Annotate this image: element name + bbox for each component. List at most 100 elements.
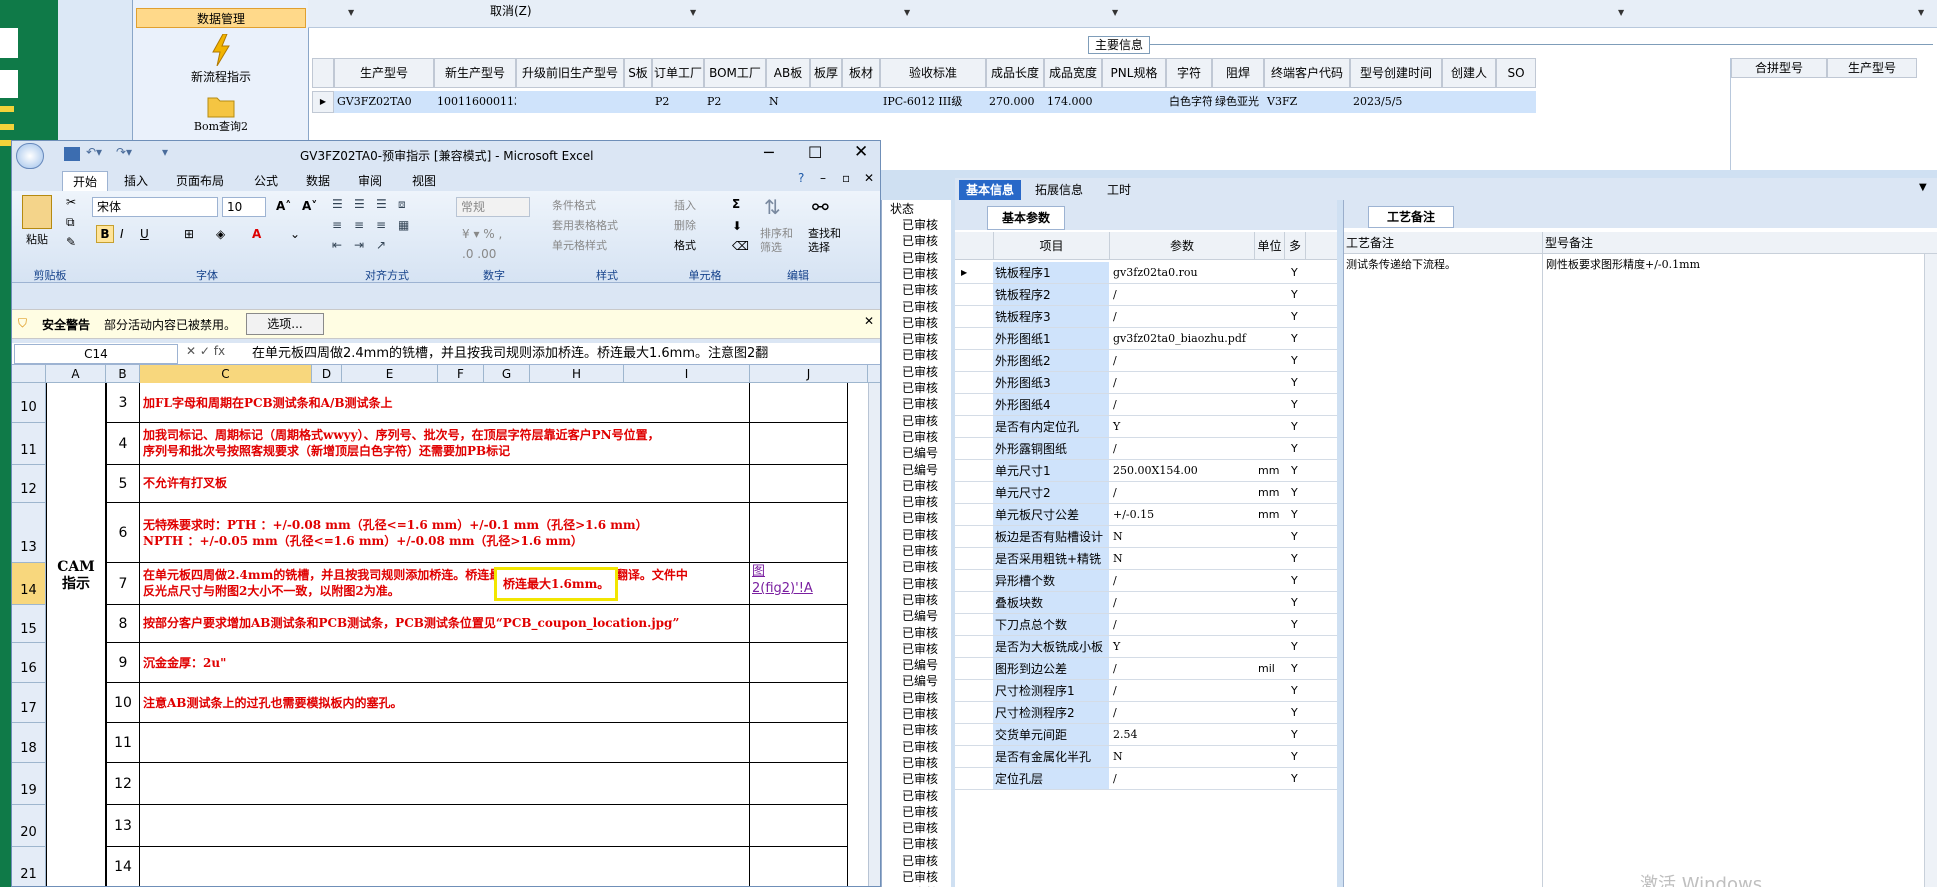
param-value[interactable]: / [1109,394,1254,416]
status-item[interactable]: 已审核 [902,249,938,266]
basic-param-row[interactable]: 是否为大板铣成小板 Y Y [955,636,1337,658]
status-item[interactable]: 已审核 [902,624,938,641]
shrink-font-icon[interactable]: A˅ [302,199,317,213]
grid-cell[interactable]: 2023/5/5 [1350,91,1442,113]
basic-param-row[interactable]: 外形图纸1 gv3fz02ta0_biaozhu.pdf Y [955,328,1337,350]
col-header[interactable]: 新生产型号 [434,58,516,88]
indent-increase-icon[interactable]: ⇥ [354,238,374,252]
col-header[interactable]: 验收标准 [880,58,986,88]
tab-view[interactable]: 视图 [412,171,436,191]
row-header[interactable]: 11 [12,423,46,465]
param-flag[interactable]: Y [1291,460,1298,482]
param-value[interactable]: Y [1109,416,1254,438]
col-header[interactable]: S板 [624,58,652,88]
col-header[interactable]: 板厚 [810,58,842,88]
status-item[interactable]: 已审核 [902,852,938,869]
grid-cell[interactable] [842,91,880,113]
param-value[interactable]: gv3fz02ta0_biaozhu.pdf [1109,328,1254,350]
format-painter-icon[interactable]: ✎ [66,235,76,249]
alignment-controls[interactable]: ☰ ☰ ☰ ⧈ ≡ ≡ ≡ ▦ ⇤ ⇥ ↗ [332,197,416,257]
col-header[interactable]: SO [1496,58,1536,88]
vertical-scrollbar[interactable] [1924,254,1937,887]
col-header-b[interactable]: B [106,365,140,383]
chevron-down-icon[interactable]: ▼ [1618,8,1624,17]
col-header[interactable]: 创建人 [1442,58,1496,88]
col-header-j[interactable]: J [750,365,868,383]
status-item[interactable]: 已审核 [902,265,938,282]
cell-j[interactable] [750,847,848,886]
grid-cell[interactable]: N [766,91,810,113]
param-flag[interactable]: Y [1291,416,1298,438]
instruction-cell[interactable] [140,847,750,886]
tab-page-layout[interactable]: 页面布局 [176,171,224,191]
options-button[interactable]: 选项... [246,313,324,335]
param-flag[interactable]: Y [1291,350,1298,372]
binoculars-icon[interactable]: ⚯ [812,195,844,223]
basic-param-row[interactable]: 单元尺寸2/ mm Y [955,482,1337,504]
status-item[interactable]: 已审核 [902,346,938,363]
row-header[interactable]: 12 [12,465,46,503]
status-item[interactable]: 已编号 [902,672,938,689]
nav-item-data-manage[interactable]: 数据管理 [133,8,309,28]
instruction-cell[interactable]: 无特殊要求时：PTH ：+/-0.08 mm（孔径<=1.6 mm）+/-0.1… [140,503,750,563]
autosum-icon[interactable]: Σ [732,197,740,211]
param-value[interactable]: / [1109,284,1254,306]
close-button[interactable]: ✕ [854,142,868,162]
col-header[interactable]: 终端客户代码 [1264,58,1350,88]
font-color-icon[interactable]: A [252,227,261,241]
tab-process-notes[interactable]: 工艺备注 [1368,206,1454,228]
param-value[interactable]: / [1109,438,1254,460]
status-item[interactable]: 已审核 [902,314,938,331]
status-item[interactable]: 已审核 [902,428,938,445]
status-item[interactable]: 已审核 [902,738,938,755]
col-header[interactable]: 字符 [1166,58,1212,88]
paste-button[interactable]: 粘贴 [26,231,48,247]
col-header-model-note[interactable]: 型号备注 [1542,232,1732,254]
grid-cell[interactable] [1442,91,1496,113]
param-value[interactable]: / [1109,482,1254,504]
tab-insert[interactable]: 插入 [124,171,148,191]
param-flag[interactable]: Y [1291,394,1298,416]
cut-icon[interactable]: ✂ [66,195,76,209]
param-flag[interactable]: Y [1291,746,1298,768]
status-item[interactable]: 已编号 [902,656,938,673]
cell-style-button[interactable]: 单元格样式 [552,237,607,253]
basic-param-row[interactable]: 铣板程序2/ Y [955,284,1337,306]
row-header[interactable]: 10 [12,383,46,423]
basic-param-row[interactable]: 下刀点总个数 / Y [955,614,1337,636]
grid-cell[interactable]: 270.000 [986,91,1044,113]
chevron-down-icon[interactable]: ▾ [162,145,168,159]
copy-icon[interactable]: ⧉ [66,215,75,230]
basic-param-row[interactable]: 异形槽个数 / Y [955,570,1337,592]
param-value[interactable]: / [1109,768,1254,790]
sort-filter-button[interactable]: 排序和 筛选 [760,227,793,255]
chevron-down-icon[interactable]: ▼ [1919,182,1927,193]
row-header[interactable]: 13 [12,503,46,563]
cell-j[interactable] [750,383,848,423]
chevron-down-icon[interactable]: ▼ [1918,8,1924,17]
row-header[interactable]: 14 [12,563,46,605]
paste-icon[interactable] [22,195,52,229]
basic-param-row[interactable]: 单元板尺寸公差 +/-0.15 mm Y [955,504,1337,526]
cell-j[interactable] [750,683,848,723]
grid-cell[interactable]: 白色字符 [1166,91,1212,113]
basic-param-row[interactable]: 图形到边公差 / mil Y [955,658,1337,680]
param-flag[interactable]: Y [1291,438,1298,460]
instruction-cell-selected[interactable]: 在单元板四周做2.4mm的铣槽，并且按我司规则添加桥连。桥连最大1.6mm。注意… [140,563,750,605]
status-item[interactable]: 已审核 [902,575,938,592]
formula-input[interactable]: 在单元板四周做2.4mm的铣槽，并且按我司规则添加桥连。桥连最大1.6mm。注意… [252,344,862,364]
basic-param-row[interactable]: 外形图纸4/ Y [955,394,1337,416]
param-flag[interactable]: Y [1291,306,1298,328]
col-header[interactable]: 升级前旧生产型号 [516,58,624,88]
tab-work-hours[interactable]: 工时 [1107,180,1131,200]
col-header-item[interactable]: 项目 [993,232,1109,260]
instruction-cell[interactable]: 加FL字母和周期在PCB测试条和A/B测试条上 [140,383,750,423]
col-header[interactable]: 型号创建时间 [1350,58,1442,88]
basic-param-row[interactable]: 尺寸检测程序1/ Y [955,680,1337,702]
col-header[interactable]: 生产型号 [334,58,434,88]
name-box[interactable]: C14 [14,344,178,364]
align-left-icon[interactable]: ≡ [332,218,352,232]
status-item[interactable]: 已审核 [902,232,938,249]
undo-icon[interactable]: ↶▾ [86,145,102,159]
maximize-button[interactable]: ☐ [808,143,822,162]
